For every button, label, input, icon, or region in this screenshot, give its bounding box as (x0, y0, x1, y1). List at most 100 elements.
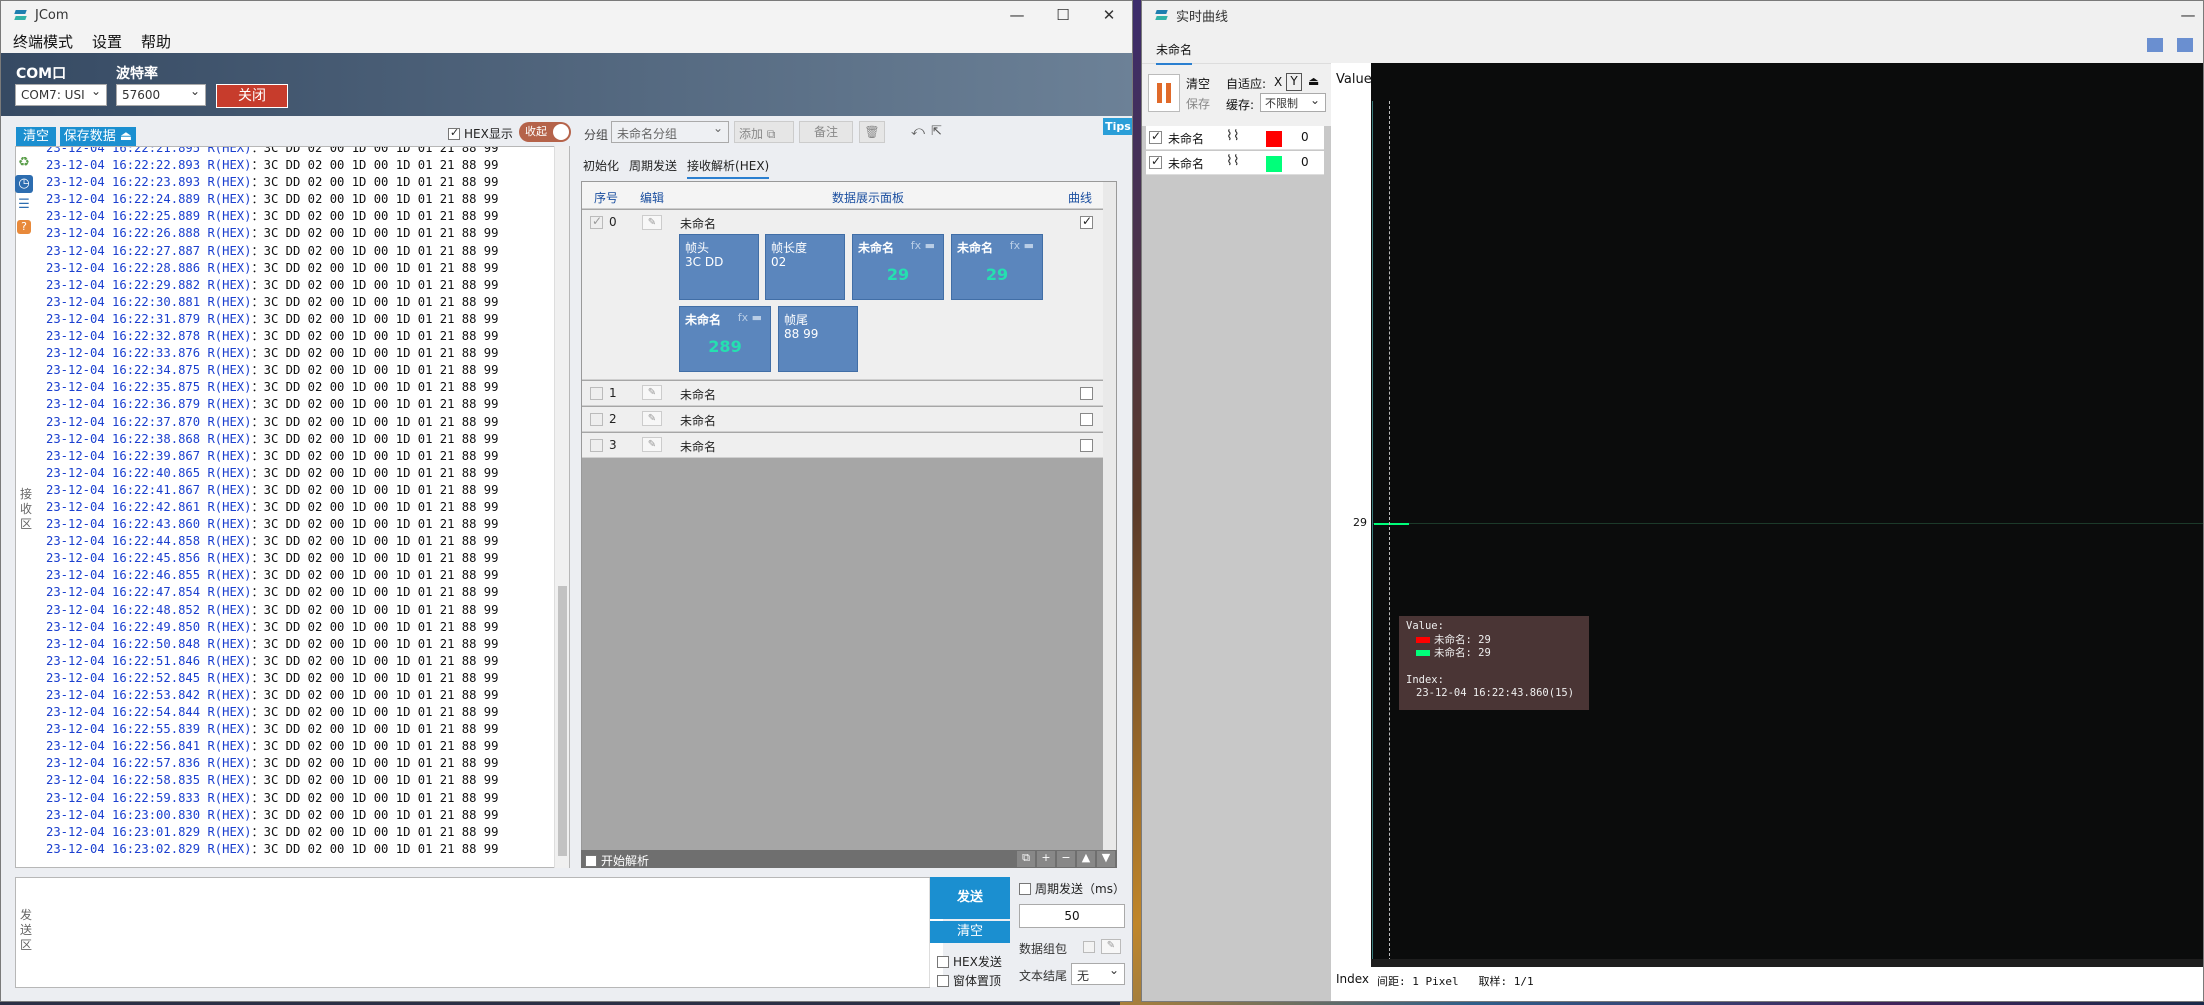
topmost-checkbox[interactable]: 窗体置顶 (937, 972, 1001, 989)
line-style-icon[interactable]: ⌇⌇ (1226, 128, 1240, 144)
baud-select[interactable]: 57600 (116, 84, 206, 106)
receive-line: 23-12-04 16:22:44.858 R(HEX)：3C DD 02 00… (46, 534, 499, 549)
card-frame-length[interactable]: 帧长度 02 (765, 234, 845, 300)
card-value-1[interactable]: 未命名 fx ▬ 29 (852, 234, 944, 300)
send-button[interactable]: 发送 (930, 877, 1010, 919)
cache-select[interactable]: 不限制 (1260, 93, 1326, 112)
move-up-icon[interactable]: ▲ (1077, 851, 1095, 867)
series-color-swatch[interactable] (1266, 156, 1282, 172)
line-data: 3C DD 02 00 1D 00 1D 01 21 88 99 (263, 158, 499, 173)
list-icon[interactable]: ☰ (15, 196, 33, 214)
ending-select[interactable]: 无 (1071, 963, 1125, 985)
clear-curve-button[interactable]: 清空 (1186, 75, 1210, 92)
edit-icon[interactable]: ✎ (642, 215, 662, 230)
title-bar[interactable]: 实时曲线 — ☐ ✕ (1142, 1, 2203, 29)
hex-display-checkbox[interactable]: HEX显示 (448, 125, 513, 142)
edit-icon[interactable]: ✎ (642, 437, 662, 452)
clear-send-button[interactable]: 清空 (930, 921, 1010, 943)
trash-icon[interactable]: 🗑 (859, 121, 885, 143)
clock-icon[interactable]: ◷ (15, 175, 33, 193)
row-name: 未命名 (680, 388, 717, 402)
group-select[interactable]: 未命名分组 (611, 121, 729, 143)
series-row-2[interactable]: 未命名 ⌇⌇ 0 (1146, 151, 1324, 175)
row-select-checkbox[interactable] (590, 214, 603, 229)
series-checkbox[interactable] (1149, 154, 1162, 169)
card-frame-tail[interactable]: 帧尾 88 99 (778, 306, 858, 372)
card-value-2[interactable]: 未命名 fx ▬ 29 (951, 234, 1043, 300)
curve-checkbox[interactable] (1080, 439, 1093, 452)
help-icon[interactable]: ? (17, 220, 31, 234)
row-select-checkbox[interactable] (590, 439, 603, 452)
tab-unnamed[interactable]: 未命名 (1156, 41, 1193, 65)
panel-scrollbar[interactable] (1103, 182, 1116, 866)
close-port-button[interactable]: 关闭 (216, 84, 288, 108)
horizontal-scrollbar[interactable] (1371, 959, 2203, 967)
card-value-3[interactable]: 未命名 fx ▬ 289 (679, 306, 771, 372)
undo-icon[interactable]: ⤺ (911, 124, 925, 139)
scroll-thumb[interactable] (558, 586, 567, 856)
fx-chart-icon[interactable]: fx ▬ (911, 239, 935, 252)
edit-icon[interactable]: ✎ (642, 411, 662, 426)
periodic-send-checkbox[interactable]: 周期发送（ms） (1019, 880, 1125, 897)
save-data-button[interactable]: 保存数据 ⏏ (60, 127, 136, 146)
save-curve-button[interactable]: 保存 (1186, 95, 1210, 112)
minimize-icon[interactable]: — (2165, 1, 2203, 29)
line-tag: R(HEX) (207, 722, 252, 737)
tab-receive-parse[interactable]: 接收解析(HEX) (687, 157, 770, 179)
collapse-toggle[interactable]: 收起 (519, 122, 571, 142)
pause-button[interactable] (1148, 74, 1180, 112)
download-icon[interactable]: ⏏ (1308, 74, 1319, 88)
line-data: 3C DD 02 00 1D 00 1D 01 21 88 99 (263, 294, 499, 309)
pack-toggle[interactable] (1083, 941, 1095, 953)
remove-icon[interactable]: − (1057, 851, 1075, 867)
receive-scrollbar[interactable] (554, 146, 569, 868)
clear-receive-button[interactable]: 清空 (16, 127, 56, 146)
series-color-swatch[interactable] (1266, 131, 1282, 147)
maximize-icon[interactable]: ☐ (1040, 1, 1086, 29)
curve-checkbox[interactable] (1080, 214, 1093, 229)
close-icon[interactable]: ✕ (1086, 1, 1132, 29)
add-icon[interactable]: + (1037, 851, 1055, 867)
fx-chart-icon[interactable]: fx ▬ (1010, 239, 1034, 252)
start-parse-checkbox[interactable]: 开始解析 (585, 852, 649, 869)
copy-icon[interactable]: ⧉ (1017, 851, 1035, 867)
series-checkbox[interactable] (1149, 129, 1162, 144)
line-data: 3C DD 02 00 1D 00 1D 01 21 88 99 (263, 670, 499, 685)
minimize-icon[interactable]: — (994, 1, 1040, 29)
tips-badge[interactable]: Tips (1103, 118, 1132, 135)
curve-checkbox[interactable] (1080, 387, 1093, 400)
grid-icon[interactable] (2177, 38, 2193, 52)
edit-icon[interactable]: ✎ (642, 385, 662, 400)
line-timestamp: 23-12-04 16:22:56.841 (46, 739, 201, 754)
export-icon[interactable]: ⇱ (931, 124, 942, 139)
line-data: 3C DD 02 00 1D 00 1D 01 21 88 99 (263, 175, 499, 190)
send-area[interactable] (15, 877, 943, 988)
line-style-icon[interactable]: ⌇⌇ (1226, 153, 1240, 169)
fx-chart-icon[interactable]: fx ▬ (738, 311, 762, 324)
hex-send-checkbox[interactable]: HEX发送 (937, 953, 1002, 970)
tab-periodic-send[interactable]: 周期发送 (629, 157, 677, 179)
title-bar[interactable]: JCom — ☐ ✕ (1, 1, 1132, 29)
note-button[interactable]: 备注 (799, 121, 853, 143)
port-select[interactable]: COM7: USI (15, 84, 107, 106)
menu-terminal-mode[interactable]: 终端模式 (1, 31, 80, 52)
receive-line: 23-12-04 16:22:41.867 R(HEX)：3C DD 02 00… (46, 482, 499, 497)
adapt-x-toggle[interactable]: X (1274, 75, 1282, 89)
card-frame-head[interactable]: 帧头 3C DD (679, 234, 759, 300)
row-select-checkbox[interactable] (590, 413, 603, 426)
period-input[interactable]: 50 (1019, 904, 1125, 928)
pack-edit-icon[interactable]: ✎ (1101, 939, 1121, 954)
adapt-y-toggle[interactable]: Y (1286, 73, 1302, 91)
add-group-button[interactable]: 添加 ⧉ (734, 121, 794, 143)
layout-icon[interactable] (2147, 38, 2163, 52)
tab-init[interactable]: 初始化 (583, 157, 619, 179)
row-select-checkbox[interactable] (590, 387, 603, 400)
curve-plot[interactable]: Value Index 29 间距: 1 Pixel 取样: 1/1 (1331, 63, 2203, 1001)
move-down-icon[interactable]: ▼ (1097, 851, 1115, 867)
curve-checkbox[interactable] (1080, 413, 1093, 426)
receive-area[interactable]: 23-12-04 16:22:21.895 R(HEX)：3C DD 02 00… (15, 146, 570, 868)
menu-help[interactable]: 帮助 (129, 31, 178, 52)
recycle-icon[interactable]: ♻ (15, 154, 33, 172)
menu-settings[interactable]: 设置 (80, 31, 129, 52)
series-row-1[interactable]: 未命名 ⌇⌇ 0 (1146, 126, 1324, 150)
